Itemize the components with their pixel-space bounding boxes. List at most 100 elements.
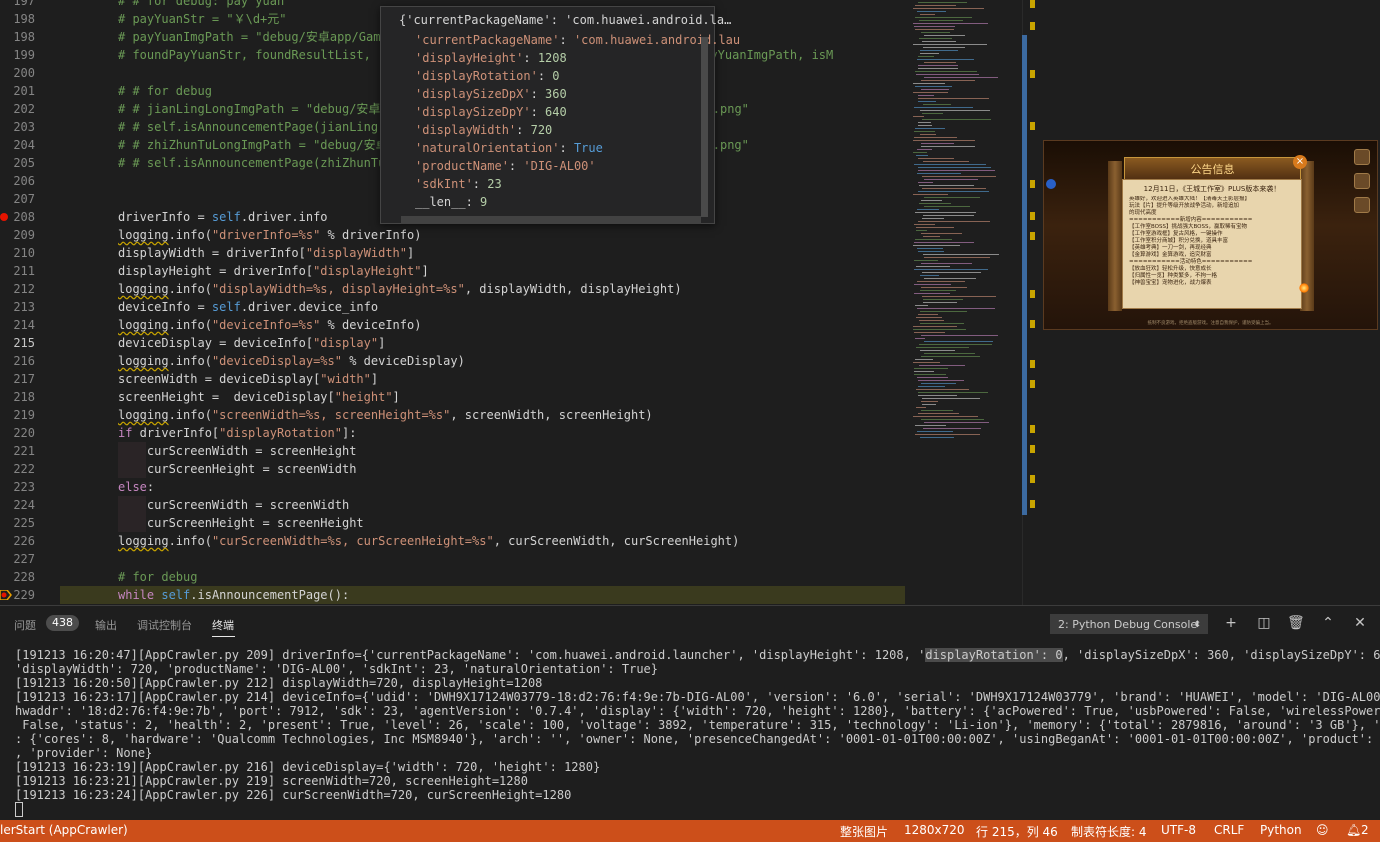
- hover-entry[interactable]: 'displayRotation': 0: [415, 67, 560, 85]
- code-line[interactable]: curScreenHeight = screenHeight: [118, 514, 364, 532]
- notifications-bell-icon[interactable]: 🔔︎: [1346, 823, 1361, 837]
- line-number[interactable]: 201: [0, 82, 35, 100]
- hover-entry[interactable]: __len__: 9: [415, 193, 487, 211]
- code-line[interactable]: if driverInfo["displayRotation"]:: [118, 424, 356, 442]
- minimap-line: [914, 224, 935, 225]
- tab-output[interactable]: 输出: [95, 617, 117, 633]
- line-number[interactable]: 218: [0, 388, 35, 406]
- line-number[interactable]: 197: [0, 0, 35, 10]
- code-line[interactable]: screenWidth = deviceDisplay["width"]: [118, 370, 378, 388]
- line-number[interactable]: 214: [0, 316, 35, 334]
- code-editor[interactable]: 197 198 198 199 200 201 202 203 204 205 206 207 208 2…: [0, 0, 905, 605]
- line-number[interactable]: 228: [0, 568, 35, 586]
- status-eol[interactable]: CRLF: [1214, 823, 1244, 837]
- line-number[interactable]: 220: [0, 424, 35, 442]
- status-tab-size[interactable]: 制表符长度: 4: [1071, 823, 1147, 840]
- hover-entry[interactable]: 'displaySizeDpY': 640: [415, 103, 567, 121]
- line-number[interactable]: 205: [0, 154, 35, 172]
- code-line[interactable]: curScreenWidth = screenWidth: [118, 496, 349, 514]
- terminal-output[interactable]: [191213 16:20:47][AppCrawler.py 209] dri…: [15, 648, 1380, 818]
- feedback-smiley-icon[interactable]: ☺: [1316, 823, 1329, 837]
- minimap[interactable]: [905, 0, 1022, 515]
- code-line[interactable]: curScreenHeight = screenWidth: [118, 460, 357, 478]
- status-image-mode[interactable]: 整张图片: [840, 823, 888, 840]
- line-number[interactable]: 203: [0, 118, 35, 136]
- code-line[interactable]: displayHeight = driverInfo["displayHeigh…: [118, 262, 429, 280]
- line-number[interactable]: 222: [0, 460, 35, 478]
- code-line[interactable]: deviceInfo = self.driver.device_info: [118, 298, 378, 316]
- hover-horizontal-scrollbar[interactable]: [401, 216, 701, 224]
- code-line[interactable]: deviceDisplay = deviceInfo["display"]: [118, 334, 385, 352]
- tab-terminal[interactable]: 终端: [212, 617, 234, 633]
- line-number[interactable]: 217: [0, 370, 35, 388]
- line-number[interactable]: 215: [0, 334, 35, 352]
- line-number[interactable]: 219: [0, 406, 35, 424]
- hover-entry[interactable]: 'productName': 'DIG-AL00': [415, 157, 596, 175]
- variable-hover-tooltip[interactable]: {'currentPackageName': 'com.huawei.andro…: [380, 6, 740, 224]
- code-line[interactable]: # # for debug: pay yuan: [118, 0, 284, 10]
- hover-entry[interactable]: 'displaySizeDpX': 360: [415, 85, 567, 103]
- line-number[interactable]: 211: [0, 262, 35, 280]
- line-number[interactable]: 199: [0, 46, 35, 64]
- code-line[interactable]: # # self.isAnnouncementPage(zhiZhunTuL: [118, 154, 393, 172]
- hover-entry[interactable]: 'displayHeight': 1208: [415, 49, 567, 67]
- line-number[interactable]: 207: [0, 190, 35, 208]
- line-number[interactable]: 216: [0, 352, 35, 370]
- line-number[interactable]: 200: [0, 64, 35, 82]
- debug-current-line-icon[interactable]: [0, 590, 12, 600]
- code-line[interactable]: driverInfo = self.driver.info: [118, 208, 328, 226]
- code-line[interactable]: logging.info("displayWidth=%s, displayHe…: [118, 280, 682, 298]
- status-cursor-position[interactable]: 行 215，列 46: [976, 823, 1058, 840]
- maximize-panel-icon[interactable]: ⌃: [1320, 615, 1336, 631]
- breakpoint-icon[interactable]: [0, 213, 8, 221]
- code-line[interactable]: # for debug: [118, 568, 197, 586]
- split-terminal-icon[interactable]: ◫: [1256, 615, 1272, 631]
- status-encoding[interactable]: UTF-8: [1161, 823, 1196, 837]
- close-panel-icon[interactable]: ✕: [1352, 615, 1368, 631]
- line-number[interactable]: 204: [0, 136, 35, 154]
- hover-entry[interactable]: 'displayWidth': 720: [415, 121, 552, 139]
- line-number[interactable]: 198: [0, 28, 35, 46]
- line-number[interactable]: 209: [0, 226, 35, 244]
- code-line[interactable]: # payYuanStr = "￥\d+元": [118, 10, 287, 28]
- code-line[interactable]: else:: [118, 478, 154, 496]
- line-number[interactable]: 213: [0, 298, 35, 316]
- terminal-selector[interactable]: 2: Python Debug Console ⬍: [1050, 614, 1208, 634]
- line-number[interactable]: 226: [0, 532, 35, 550]
- line-gutter[interactable]: 197 198 198 199 200 201 202 203 204 205 206 207 208 2…: [0, 0, 60, 605]
- line-number[interactable]: 227: [0, 550, 35, 568]
- code-line[interactable]: logging.info("deviceInfo=%s" % deviceInf…: [118, 316, 421, 334]
- code-line[interactable]: curScreenWidth = screenHeight: [118, 442, 357, 460]
- kill-terminal-icon[interactable]: 🗑: [1287, 615, 1305, 631]
- code-line[interactable]: logging.info("curScreenWidth=%s, curScre…: [118, 532, 739, 550]
- new-terminal-icon[interactable]: +: [1223, 615, 1239, 631]
- tab-debug-console[interactable]: 调试控制台: [137, 617, 192, 633]
- tab-problems[interactable]: 问题: [14, 617, 36, 633]
- code-line[interactable]: displayWidth = driverInfo["displayWidth"…: [118, 244, 414, 262]
- code-line[interactable]: # # self.isAnnouncementPage(jianLing: [118, 118, 378, 136]
- hover-entry[interactable]: 'currentPackageName': 'com.huawei.androi…: [415, 31, 740, 49]
- hover-vertical-scrollbar[interactable]: [701, 37, 708, 217]
- status-image-size[interactable]: 1280x720: [904, 823, 965, 837]
- hover-entry[interactable]: 'sdkInt': 23: [415, 175, 502, 193]
- line-number[interactable]: 223: [0, 478, 35, 496]
- line-number[interactable]: 202: [0, 100, 35, 118]
- line-number[interactable]: 198: [0, 10, 35, 28]
- line-number[interactable]: 221: [0, 442, 35, 460]
- hover-entry[interactable]: 'naturalOrientation': True: [415, 139, 603, 157]
- code-line[interactable]: logging.info("driverInfo=%s" % driverInf…: [118, 226, 421, 244]
- status-language[interactable]: Python: [1260, 823, 1302, 837]
- line-number[interactable]: 210: [0, 244, 35, 262]
- notifications-count[interactable]: 2: [1361, 823, 1369, 837]
- line-number[interactable]: 212: [0, 280, 35, 298]
- code-line[interactable]: # # for debug: [118, 82, 212, 100]
- status-debug-config[interactable]: lerStart (AppCrawler): [0, 823, 128, 837]
- code-line[interactable]: while self.isAnnouncementPage():: [118, 586, 349, 604]
- editor-scrollbar-thumb[interactable]: [1022, 35, 1027, 515]
- line-number[interactable]: 206: [0, 172, 35, 190]
- line-number[interactable]: 224: [0, 496, 35, 514]
- code-line[interactable]: screenHeight = deviceDisplay["height"]: [118, 388, 400, 406]
- line-number[interactable]: 225: [0, 514, 35, 532]
- code-line[interactable]: logging.info("deviceDisplay=%s" % device…: [118, 352, 465, 370]
- code-line[interactable]: logging.info("screenWidth=%s, screenHeig…: [118, 406, 653, 424]
